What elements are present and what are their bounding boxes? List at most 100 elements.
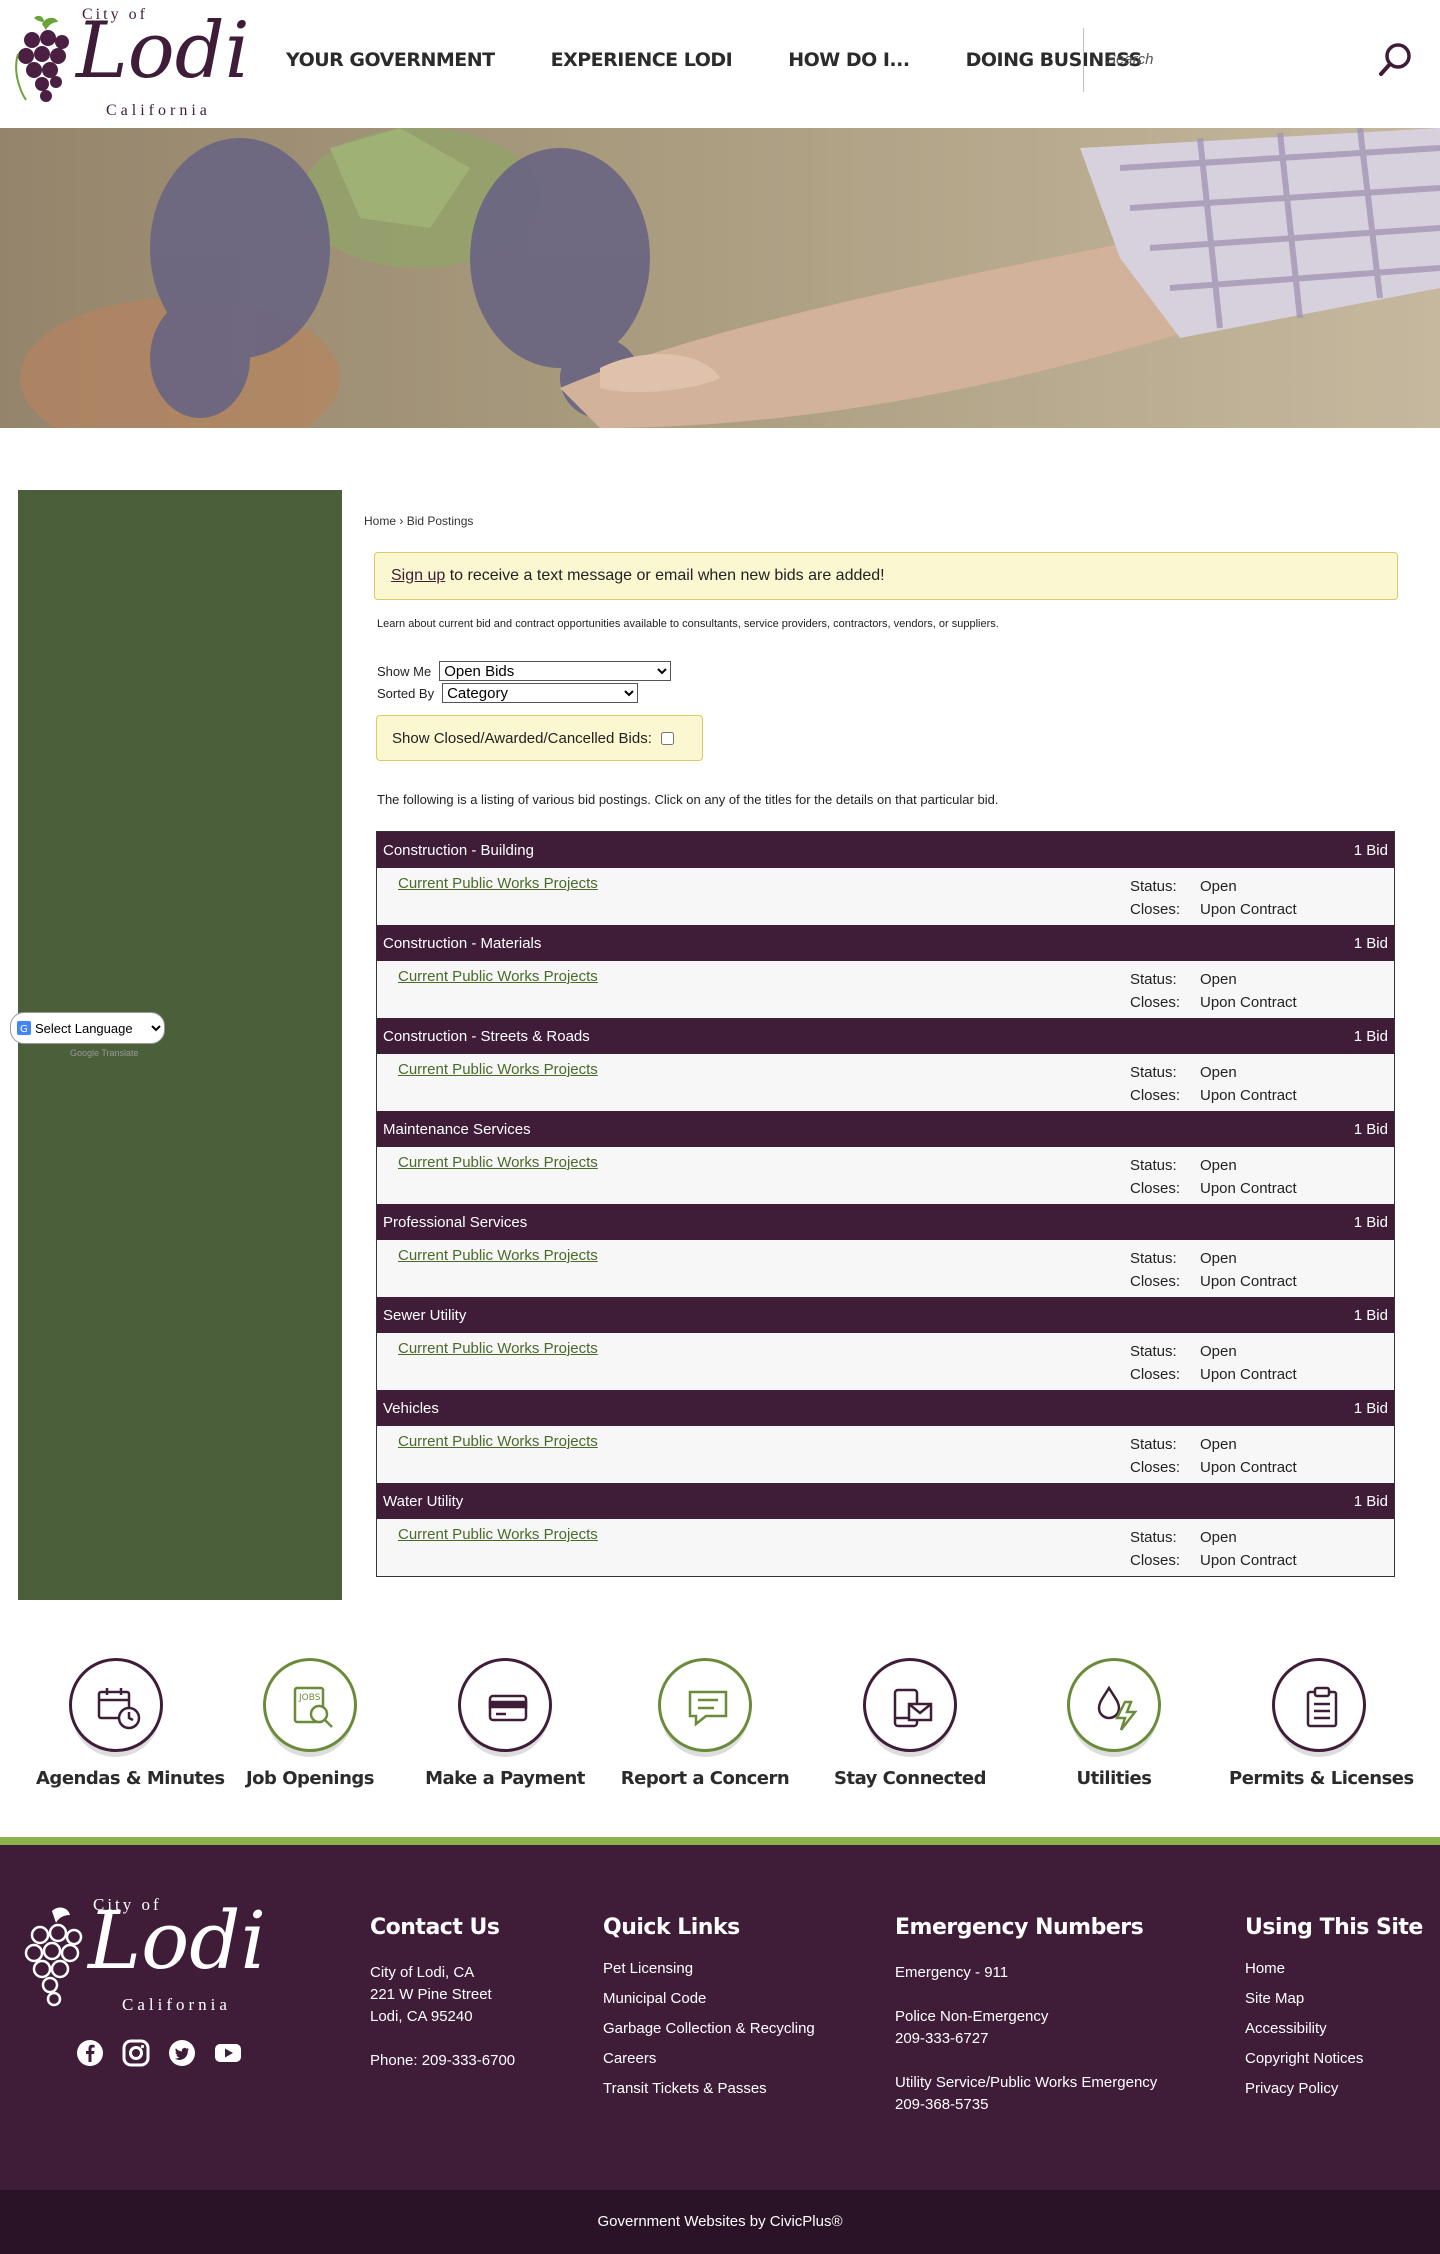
bid-row: Current Public Works Projects Status: Ope… [377,1054,1394,1111]
category-name: Construction - Building [383,841,534,859]
footer-emergency: Emergency Numbers Emergency - 911 Police… [895,1915,1157,2116]
civicplus-credit[interactable]: Government Websites by CivicPlus® [597,2213,842,2230]
category-name: Professional Services [383,1213,528,1231]
nav-your-government[interactable]: YOUR GOVERNMENT [286,49,495,71]
bid-title-link[interactable]: Current Public Works Projects [398,1433,598,1450]
closes-label: Closes: [1130,1552,1181,1569]
phone-mail-icon [893,1688,933,1728]
bid-meta: Status: Open Closes: Upon Contract [1130,1247,1297,1293]
footer-link-home[interactable]: Home [1245,1954,1423,1984]
quick-link-label: Permits & Licenses [1229,1768,1414,1789]
svg-text:JOBS: JOBS [298,1693,321,1703]
bid-meta: Status: Open Closes: Upon Contract [1130,1340,1297,1386]
footer-link-site-map[interactable]: Site Map [1245,1984,1423,2014]
footer-link-copyright[interactable]: Copyright Notices [1245,2044,1423,2074]
bid-title-link[interactable]: Current Public Works Projects [398,875,598,892]
show-closed-box: Show Closed/Awarded/Cancelled Bids: [376,715,703,761]
emergency-line: Police Non-Emergency [895,2008,1049,2025]
search-button[interactable] [1376,40,1416,80]
jobs-search-icon: JOBS [293,1686,333,1728]
bid-closes: Upon Contract [1200,1552,1297,1569]
footer-accent-stripe [0,1837,1440,1845]
facebook-icon[interactable] [76,2039,104,2067]
category-header: Vehicles 1 Bid [377,1390,1394,1426]
signup-link[interactable]: Sign up [391,567,445,584]
status-label: Status: [1130,878,1177,895]
footer-link-transit[interactable]: Transit Tickets & Passes [603,2074,815,2104]
category-header: Maintenance Services 1 Bid [377,1111,1394,1147]
category-header: Water Utility 1 Bid [377,1483,1394,1519]
bid-title-link[interactable]: Current Public Works Projects [398,1526,598,1543]
nav-how-do-i[interactable]: HOW DO I... [788,49,910,71]
emergency-number[interactable]: 209-333-6727 [895,2028,1157,2050]
bid-status: Open [1200,1157,1237,1174]
bid-title-link[interactable]: Current Public Works Projects [398,1247,598,1264]
signup-notice: Sign up to receive a text message or ema… [374,552,1398,600]
contact-line: 221 W Pine Street [370,1986,492,2003]
footer-link-accessibility[interactable]: Accessibility [1245,2014,1423,2044]
bid-closes: Upon Contract [1200,994,1297,1011]
breadcrumb-home[interactable]: Home [364,514,396,528]
language-select[interactable]: Select Language [10,1012,165,1044]
bid-row: Current Public Works Projects Status: Ope… [377,961,1394,1018]
quick-link-label: Utilities [1076,1768,1152,1789]
contact-phone[interactable]: Phone: 209-333-6700 [370,2050,515,2072]
category-count: 1 Bid [1353,1120,1388,1138]
nav-experience-lodi[interactable]: EXPERIENCE LODI [551,49,733,71]
search-input[interactable] [1106,44,1346,74]
bid-filters: Show Me Open Bids Sorted By Category [377,660,672,704]
emergency-line: Emergency - 911 [895,1964,1009,1981]
bid-status: Open [1200,1529,1237,1546]
grapes-logo-icon [24,1907,83,2007]
quick-link-agendas[interactable]: Agendas & Minutes [36,1650,225,1789]
status-label: Status: [1130,1436,1177,1453]
sorted-by-select[interactable]: Category [442,683,639,703]
quick-link-utilities[interactable]: Utilities [1034,1650,1194,1789]
footer-link-garbage[interactable]: Garbage Collection & Recycling [603,2014,815,2044]
footer-link-careers[interactable]: Careers [603,2044,815,2074]
quick-link-report[interactable]: Report a Concern [615,1650,795,1789]
bid-title-link[interactable]: Current Public Works Projects [398,968,598,985]
bid-closes: Upon Contract [1200,1273,1297,1290]
status-label: Status: [1130,1250,1177,1267]
youtube-icon[interactable] [214,2039,242,2067]
footer-quick-links: Quick Links Pet Licensing Municipal Code… [603,1915,815,2104]
bid-closes: Upon Contract [1200,1180,1297,1197]
quick-link-payment[interactable]: Make a Payment [425,1650,585,1789]
footer-link-pet-licensing[interactable]: Pet Licensing [603,1954,815,1984]
bid-meta: Status: Open Closes: Upon Contract [1130,1154,1297,1200]
twitter-icon[interactable] [168,2039,196,2067]
quick-link-permits[interactable]: Permits & Licenses [1229,1650,1414,1789]
footer-link-municipal-code[interactable]: Municipal Code [603,1984,815,2014]
quick-link-jobs[interactable]: JOBS Job Openings [230,1650,390,1789]
clipboard-icon [1306,1686,1338,1728]
instagram-icon[interactable] [122,2039,150,2067]
quick-links-bar: Agendas & Minutes JOBS Job Openings Make… [0,1650,1440,1800]
category-name: Sewer Utility [383,1306,467,1324]
footer-using-site-heading: Using This Site [1245,1915,1423,1940]
bid-meta: Status: Open Closes: Upon Contract [1130,968,1297,1014]
city-logo[interactable]: City of Lodi California [12,6,250,122]
quick-link-stay-connected[interactable]: Stay Connected [830,1650,990,1789]
show-me-select[interactable]: Open Bids [439,661,672,681]
logo-state: California [106,102,211,119]
status-label: Status: [1130,1157,1177,1174]
quick-link-label: Agendas & Minutes [36,1768,225,1789]
show-closed-checkbox[interactable] [660,731,674,745]
quick-link-label: Make a Payment [425,1768,585,1789]
breadcrumb: Home › Bid Postings [364,514,473,528]
bid-title-link[interactable]: Current Public Works Projects [398,1061,598,1078]
category-count: 1 Bid [1353,1306,1388,1324]
breadcrumb-separator: › [399,514,404,528]
water-power-icon [1097,1685,1138,1731]
emergency-number[interactable]: 209-368-5735 [895,2094,1157,2116]
footer-link-privacy[interactable]: Privacy Policy [1245,2074,1423,2104]
grapes-logo-icon [15,15,69,102]
bid-title-link[interactable]: Current Public Works Projects [398,1340,598,1357]
contact-line: City of Lodi, CA [370,1964,475,1981]
site-footer: City of Lodi California Contact Us City … [0,1845,1440,2190]
footer-logo[interactable]: City of Lodi California [18,1895,288,2025]
powered-by-google: Google Translate [70,1048,139,1058]
closes-label: Closes: [1130,1459,1181,1476]
bid-title-link[interactable]: Current Public Works Projects [398,1154,598,1171]
